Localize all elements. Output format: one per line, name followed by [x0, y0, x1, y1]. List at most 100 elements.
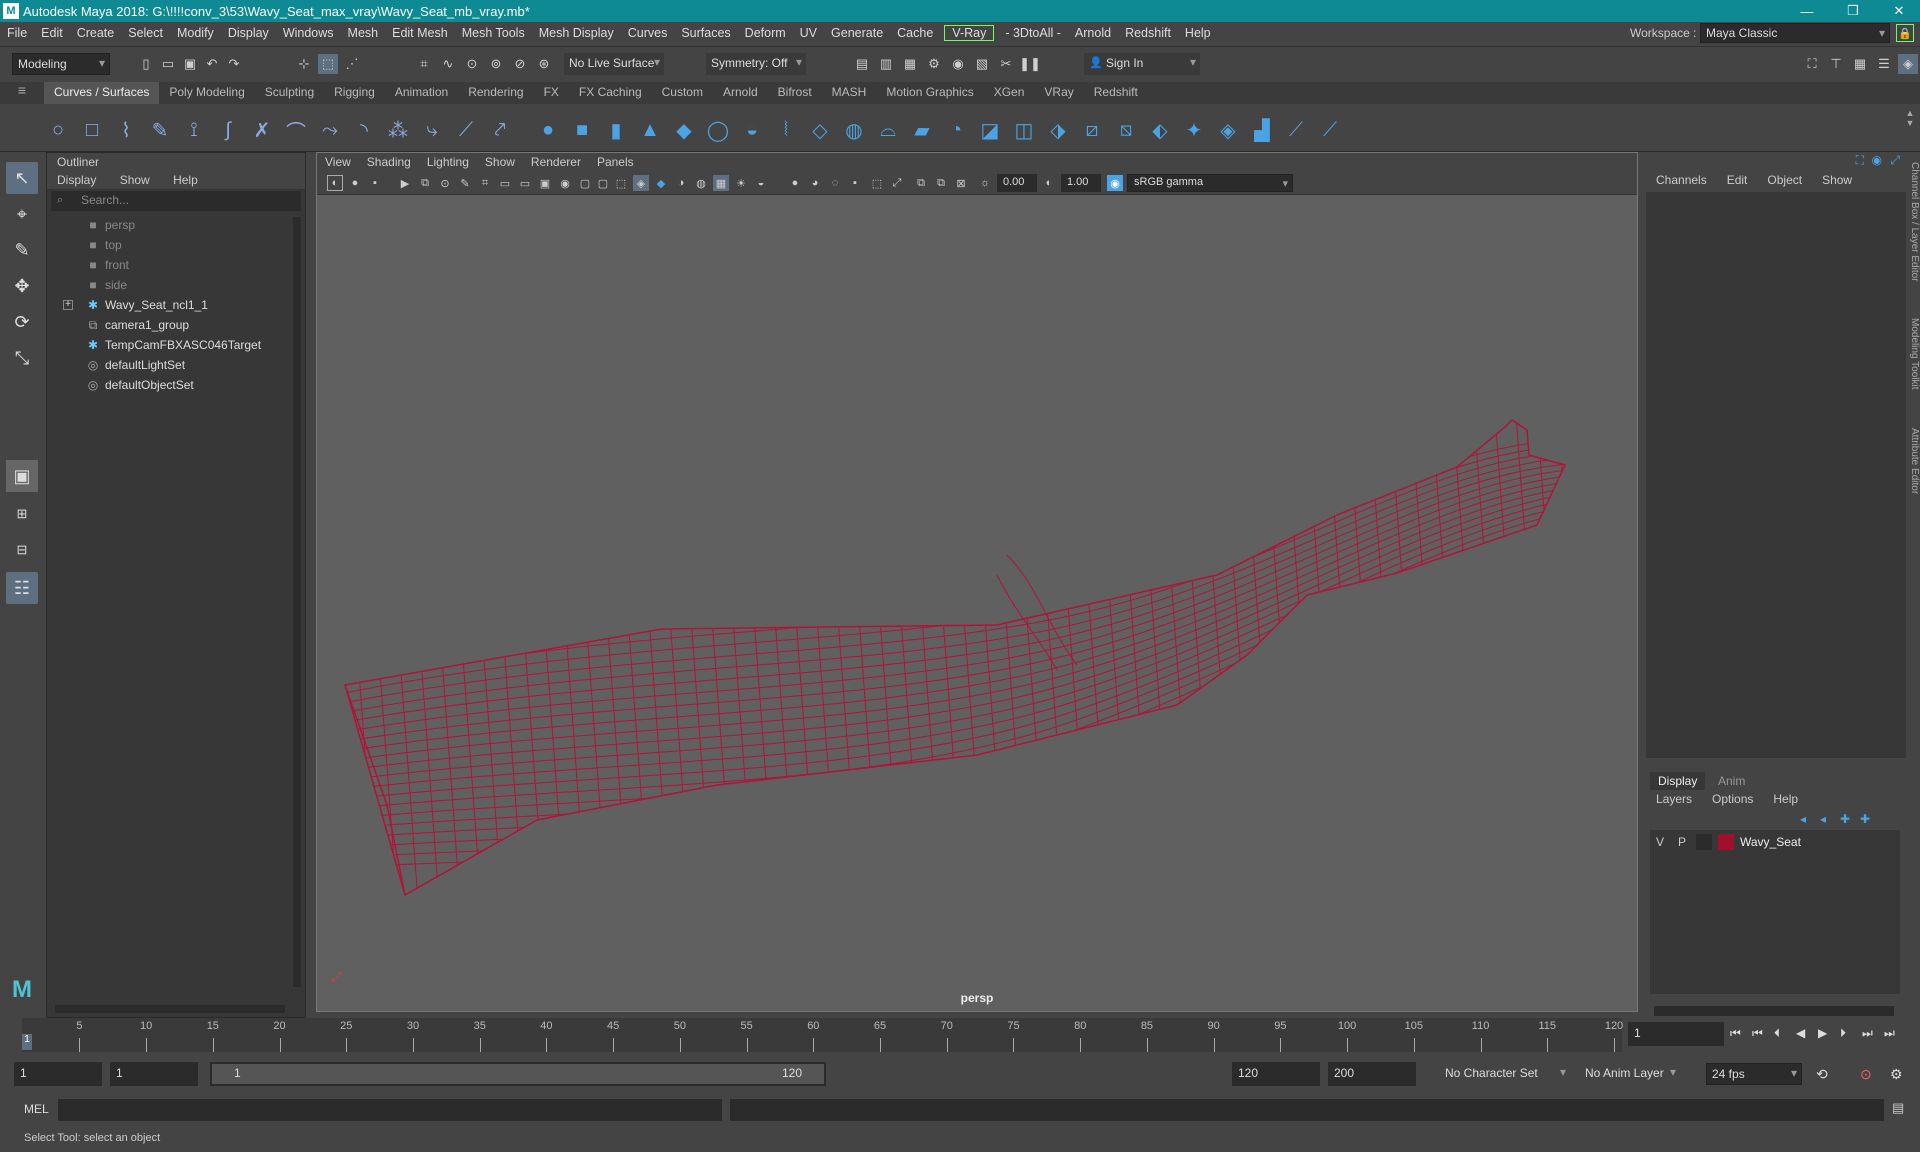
- auto-key-icon[interactable]: ⊙: [1860, 1066, 1872, 1083]
- loop-icon[interactable]: ⟲: [1816, 1066, 1828, 1083]
- settings-toggle-icon[interactable]: ⤢: [1890, 153, 1900, 168]
- viewport-menu-panels[interactable]: Panels: [589, 153, 642, 171]
- untrim-icon[interactable]: ⧅: [1112, 116, 1140, 144]
- four-view-layout-icon[interactable]: ⊞: [6, 498, 38, 530]
- side-tab-attribute-editor[interactable]: Attribute Editor: [1906, 428, 1920, 494]
- detach-surface-icon[interactable]: ✦: [1180, 116, 1208, 144]
- menu-uv[interactable]: UV: [793, 26, 824, 40]
- image-plane-icon[interactable]: ⧉: [417, 175, 433, 191]
- command-input[interactable]: [58, 1099, 722, 1121]
- anti-aliasing-icon[interactable]: ◌: [827, 175, 843, 191]
- lock-icon[interactable]: 🔒: [1896, 24, 1914, 42]
- open-scene-icon[interactable]: ▭: [158, 54, 178, 74]
- snap-view-icon[interactable]: ⊚: [486, 54, 506, 74]
- extend-surface-icon[interactable]: ⟋: [1282, 116, 1310, 144]
- sculpt-tool-icon[interactable]: ⟋: [1316, 116, 1344, 144]
- range-slider-handle[interactable]: [212, 1064, 824, 1084]
- menu-mesh[interactable]: Mesh: [341, 26, 386, 40]
- workspace-dropdown[interactable]: Maya Classic: [1700, 23, 1890, 43]
- hypershade-icon[interactable]: ◉: [948, 54, 968, 74]
- outliner-item[interactable]: ✱ TempCamFBXASC046Target: [47, 335, 283, 355]
- motion-blur-icon[interactable]: ◕: [807, 175, 823, 191]
- redo-icon[interactable]: ↷: [224, 54, 244, 74]
- sign-in-button[interactable]: 👤 Sign In: [1084, 53, 1200, 75]
- channel-menu-object[interactable]: Object: [1757, 170, 1812, 192]
- layer-move-down-icon[interactable]: ◂: [1820, 812, 1826, 826]
- outliner-horizontal-scrollbar[interactable]: [55, 1005, 285, 1013]
- pencil-curve-icon[interactable]: ∫: [214, 116, 242, 144]
- shelf-tab-vray[interactable]: VRay: [1034, 82, 1083, 104]
- outliner-menu-show[interactable]: Show: [110, 173, 160, 187]
- film-gate-icon[interactable]: ▭: [497, 175, 513, 191]
- layer-move-up-icon[interactable]: ◂: [1800, 812, 1806, 826]
- view-transform-dropdown[interactable]: sRGB gamma: [1127, 174, 1293, 192]
- menu-edit-mesh[interactable]: Edit Mesh: [385, 26, 455, 40]
- scale-tool-icon[interactable]: ⤡: [6, 342, 38, 374]
- 2d-pan-zoom-icon[interactable]: ⊙: [437, 175, 453, 191]
- play-backwards-icon[interactable]: ◀: [1796, 1026, 1805, 1040]
- outliner-item[interactable]: ■ side: [47, 275, 283, 295]
- square-surface-icon[interactable]: ◪: [976, 116, 1004, 144]
- snap-grid-icon[interactable]: ⌗: [414, 54, 434, 74]
- depth-of-field-icon[interactable]: ▪: [847, 175, 863, 191]
- channel-box-icon[interactable]: ☰: [1874, 54, 1894, 74]
- persp-graph-layout-icon[interactable]: ⊟: [6, 534, 38, 566]
- shelf-tab-animation[interactable]: Animation: [385, 82, 458, 104]
- shelf-tab-fx-caching[interactable]: FX Caching: [569, 82, 652, 104]
- snap-vertex-icon[interactable]: ⊛: [534, 54, 554, 74]
- field-chart-icon[interactable]: ◉: [557, 175, 573, 191]
- current-frame-marker[interactable]: 1: [22, 1034, 32, 1050]
- restore-button[interactable]: ❐: [1830, 0, 1876, 22]
- exposure-icon[interactable]: ☼: [977, 175, 993, 191]
- fps-dropdown[interactable]: 24 fps: [1706, 1063, 1802, 1085]
- anim-layer-dropdown[interactable]: No Anim Layer: [1580, 1063, 1680, 1085]
- nurbs-plane-icon[interactable]: ◆: [670, 116, 698, 144]
- nurbs-circle-icon[interactable]: ○: [44, 116, 72, 144]
- rotate-tool-icon[interactable]: ⟳: [6, 306, 38, 338]
- save-scene-icon[interactable]: ▣: [180, 54, 200, 74]
- gamma-field[interactable]: 1.00: [1061, 174, 1101, 192]
- nurbs-cylinder-icon[interactable]: ▮: [602, 116, 630, 144]
- channel-menu-channels[interactable]: Channels: [1646, 170, 1717, 192]
- menu-modify[interactable]: Modify: [170, 26, 221, 40]
- layer-row[interactable]: V P Wavy_Seat: [1650, 832, 1900, 852]
- layer-color-swatch[interactable]: [1718, 834, 1734, 850]
- offset-curve-icon[interactable]: ⁂: [384, 116, 412, 144]
- render-settings-icon[interactable]: ⚙: [924, 54, 944, 74]
- camera-frame-selected-icon[interactable]: ⧉: [933, 175, 949, 191]
- menu-edit[interactable]: Edit: [34, 26, 70, 40]
- viewport-panel[interactable]: View Shading Lighting Show Renderer Pane…: [316, 152, 1638, 1012]
- layer-tab-anim[interactable]: Anim: [1710, 772, 1753, 790]
- select-component-icon[interactable]: ⋰: [342, 54, 362, 74]
- ipr-render-icon[interactable]: ▦: [900, 54, 920, 74]
- render-frame-icon[interactable]: ▤: [852, 54, 872, 74]
- shelf-tab-rigging[interactable]: Rigging: [324, 82, 385, 104]
- ambient-occlusion-icon[interactable]: ●: [787, 175, 803, 191]
- fillet-curve-icon[interactable]: ◝: [350, 116, 378, 144]
- outliner-menu-help[interactable]: Help: [163, 173, 208, 187]
- undo-icon[interactable]: ↶: [202, 54, 222, 74]
- animation-start-field[interactable]: 1: [14, 1062, 102, 1086]
- menu-mesh-tools[interactable]: Mesh Tools: [455, 26, 532, 40]
- channel-menu-show[interactable]: Show: [1812, 170, 1862, 192]
- layer-horizontal-scrollbar[interactable]: [1654, 1006, 1894, 1016]
- bezier-curve-icon[interactable]: ⟟: [180, 116, 208, 144]
- layer-visibility-toggle[interactable]: V: [1656, 835, 1664, 849]
- new-layer-icon[interactable]: ✚: [1840, 812, 1850, 826]
- select-tool-icon[interactable]: ↖: [6, 162, 38, 194]
- camera-attributes-icon[interactable]: ▪: [367, 175, 383, 191]
- isolate-select-icon[interactable]: ⬚: [869, 175, 885, 191]
- menu-cache[interactable]: Cache: [890, 26, 940, 40]
- detach-curves-icon[interactable]: ⤳: [316, 116, 344, 144]
- outliner-item[interactable]: ■ persp: [47, 215, 283, 235]
- animation-end-field[interactable]: 200: [1328, 1062, 1416, 1086]
- textured-icon[interactable]: ◍: [693, 175, 709, 191]
- grease-pencil-icon[interactable]: ✎: [457, 175, 473, 191]
- lasso-tool-icon[interactable]: ⌖: [6, 198, 38, 230]
- birail-icon[interactable]: ⌓: [874, 116, 902, 144]
- minimize-button[interactable]: —: [1784, 0, 1830, 22]
- symmetry-dropdown[interactable]: Symmetry: Off: [706, 53, 806, 75]
- close-button[interactable]: ✕: [1876, 0, 1920, 22]
- menu-help[interactable]: Help: [1178, 26, 1218, 40]
- gamma-icon[interactable]: ◐: [1041, 175, 1057, 191]
